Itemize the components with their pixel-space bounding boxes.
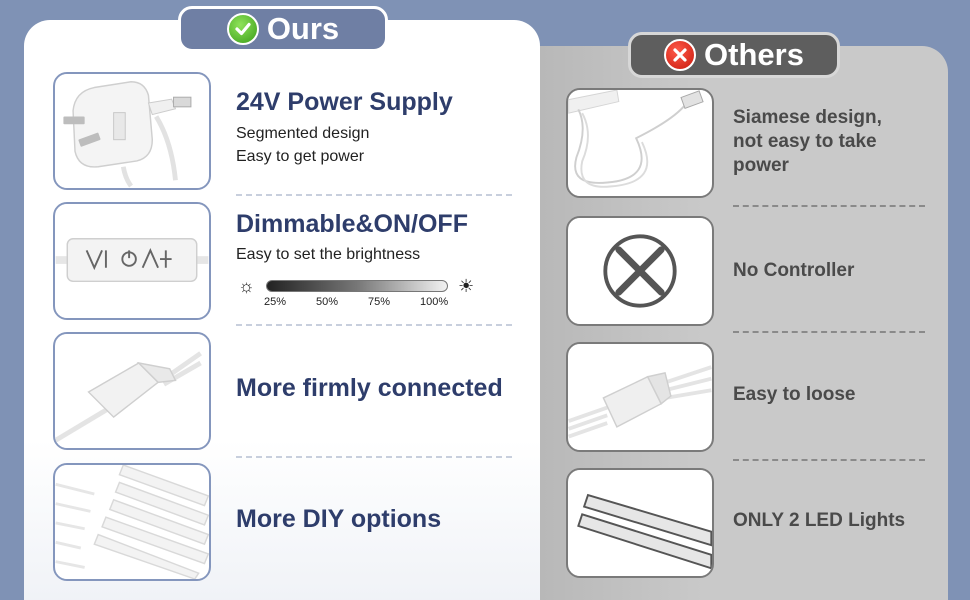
dimmer-switch-image xyxy=(53,202,211,320)
check-icon xyxy=(226,13,259,45)
others-tab: Others xyxy=(628,32,840,78)
dim-sun-icon: ☼ xyxy=(238,276,255,296)
others-2-text: No Controller xyxy=(733,260,855,281)
divider xyxy=(236,456,512,458)
ours-2-line-1: Easy to set the brightness xyxy=(236,246,421,263)
cross-icon xyxy=(664,39,697,71)
ours-tab-label: Ours xyxy=(266,11,340,46)
brightness-level: 100% xyxy=(420,296,449,308)
connector-image xyxy=(53,332,211,450)
loose-connector-image xyxy=(566,342,714,452)
brightness-scale: ☼ ☀ 25% 50% 75% 100% xyxy=(238,276,478,316)
ours-1-line-1: Segmented design xyxy=(236,125,370,142)
others-3-text: Easy to loose xyxy=(733,384,856,405)
no-controller-icon xyxy=(566,216,714,326)
led-bars-image xyxy=(53,463,211,581)
power-adapter-image xyxy=(53,72,211,190)
ours-tab: Ours xyxy=(178,6,388,52)
ours-1-title: 24V Power Supply xyxy=(236,88,453,116)
others-tab-label: Others xyxy=(704,37,804,72)
ours-4-title: More DIY options xyxy=(236,505,442,533)
divider xyxy=(236,324,512,326)
ours-2-title: Dimmable&ON/OFF xyxy=(236,210,468,238)
brightness-gradient-bar xyxy=(266,280,448,292)
divider xyxy=(733,331,925,333)
ours-3-title: More firmly connected xyxy=(236,374,503,402)
ours-1-line-2: Easy to get power xyxy=(236,148,365,165)
others-1-text: Siamese design, not easy to take power xyxy=(733,107,882,176)
two-led-bars-image xyxy=(566,468,714,578)
others-4-text: ONLY 2 LED Lights xyxy=(733,510,906,531)
brightness-level: 75% xyxy=(368,296,391,308)
brightness-level: 50% xyxy=(316,296,339,308)
usb-led-bar-image xyxy=(566,88,714,198)
divider xyxy=(733,459,925,461)
divider xyxy=(733,205,925,207)
brightness-level: 25% xyxy=(264,296,287,308)
divider xyxy=(236,194,512,196)
bright-sun-icon: ☀ xyxy=(458,276,475,296)
